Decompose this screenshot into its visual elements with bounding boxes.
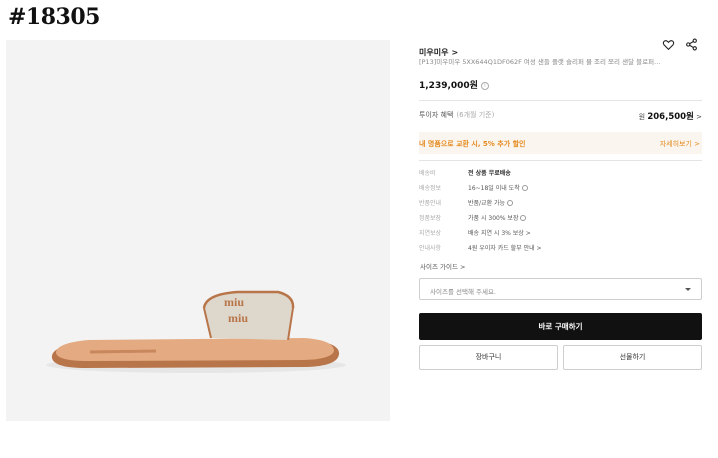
info-key: 배송정보 xyxy=(419,185,442,192)
product-title: [P13]미우미우 5XX644Q1DF062F 여성 샌들 플랫 슬리퍼 뮬 … xyxy=(419,58,661,66)
info-icon xyxy=(520,215,527,221)
sandal-illustration: miu miu xyxy=(46,290,346,373)
delivery-info-table: 배송비 전 상품 무료배송 배송정보 16~18일 이내 도착 반품안내 반품/교환 … xyxy=(419,168,702,258)
info-value-text: 16~18일 이내 도착 xyxy=(468,185,520,192)
svg-text:miu: miu xyxy=(224,295,244,309)
benefit-amount[interactable]: 원 206,500원 > xyxy=(639,110,702,122)
info-key: 정품보장 xyxy=(419,215,442,222)
info-row-authenticity: 정품보장 가품 시 300% 보장 xyxy=(419,213,702,228)
chevron-down-icon xyxy=(685,288,691,291)
info-key: 지연보상 xyxy=(419,230,442,237)
info-value: 전 상품 무료배송 xyxy=(468,170,511,177)
info-value[interactable]: 4원 우이자 카드 할부 안내 > xyxy=(468,243,542,252)
info-icon xyxy=(507,200,514,206)
brand-row: 미우미우 > xyxy=(419,38,702,57)
svg-text:miu: miu xyxy=(228,311,248,325)
info-icon xyxy=(521,185,528,191)
currency-label: 원 xyxy=(638,113,646,121)
size-guide-link[interactable]: 사이즈 가이드 > xyxy=(420,261,465,271)
promo-banner: 내 명품으로 교환 시, 5% 추가 할인 자세히보기 > xyxy=(419,132,702,154)
info-value[interactable]: 반품/교환 가능 xyxy=(468,198,514,207)
info-row-shipping-fee: 배송비 전 상품 무료배송 xyxy=(419,168,702,183)
info-value[interactable]: 가품 시 300% 보장 xyxy=(468,213,527,222)
price-value: 1,239,000원 xyxy=(419,81,478,91)
info-key: 배송비 xyxy=(419,170,436,177)
promo-detail-link[interactable]: 자세히보기 > xyxy=(660,139,700,149)
info-row-return: 반품안내 반품/교환 가능 xyxy=(419,198,702,213)
promo-text: 내 명품으로 교환 시, 5% 추가 할인 xyxy=(419,140,526,148)
page-id-label: #18305 xyxy=(8,4,100,30)
product-price: 1,239,000원 i xyxy=(419,78,489,91)
info-key: 반품안내 xyxy=(419,200,442,207)
size-select-placeholder: 사이즈를 선택해 주세요. xyxy=(430,288,496,296)
info-value-text: 반품/교환 가능 xyxy=(468,200,506,207)
share-icon[interactable] xyxy=(685,38,698,51)
add-to-cart-button[interactable]: 장바구니 xyxy=(419,345,558,370)
info-value[interactable]: 배송 지연 시 3% 보상 > xyxy=(468,228,531,237)
buy-now-button[interactable]: 바로 구매하기 xyxy=(419,313,702,340)
info-key: 안내사항 xyxy=(419,245,442,252)
info-icon[interactable]: i xyxy=(480,82,489,90)
divider xyxy=(419,160,702,161)
heart-icon[interactable] xyxy=(662,38,675,51)
info-row-shipping-info: 배송정보 16~18일 이내 도착 xyxy=(419,183,702,198)
action-icons xyxy=(662,38,698,51)
gift-button[interactable]: 선물하기 xyxy=(563,345,702,370)
divider xyxy=(419,100,702,101)
info-row-notice: 안내사항 4원 우이자 카드 할부 안내 > xyxy=(419,243,702,258)
info-row-delay-compensation: 지연보상 배송 지연 시 3% 보상 > xyxy=(419,228,702,243)
product-image: miu miu xyxy=(6,40,390,421)
chevron-right-icon: > xyxy=(696,113,702,121)
info-value-text: 가품 시 300% 보장 xyxy=(468,215,519,222)
benefit-sub: (6개월 기준) xyxy=(456,111,495,119)
info-value[interactable]: 16~18일 이내 도착 xyxy=(468,183,528,192)
benefit-amount-value: 206,500원 xyxy=(647,112,694,122)
benefit-label: 투이자 혜택 xyxy=(419,111,454,119)
size-select[interactable]: 사이즈를 선택해 주세요. xyxy=(419,278,702,300)
